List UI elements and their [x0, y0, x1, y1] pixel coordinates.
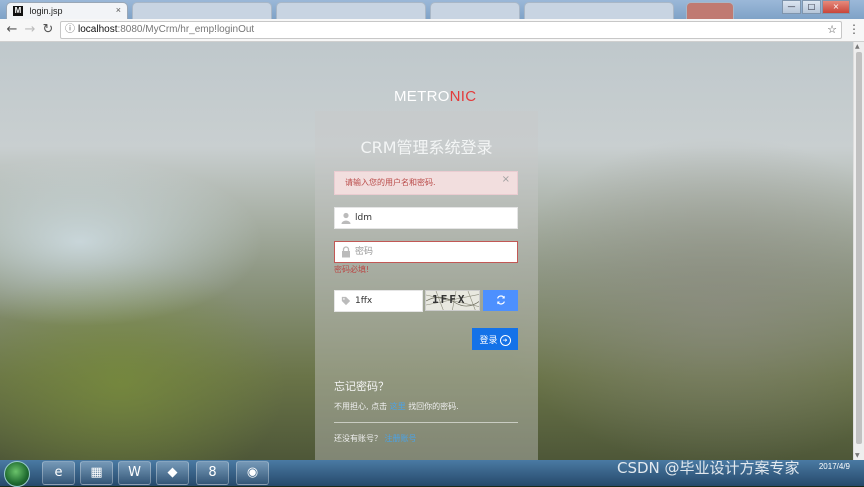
captcha-field[interactable]	[334, 290, 423, 312]
alert-text: 请输入您的用户名和密码.	[345, 178, 436, 187]
ie-browser-icon[interactable]: e	[42, 461, 75, 485]
tag-icon	[341, 296, 351, 306]
browser-toolbar: ← → ↻ ⓘ localhost:8080/MyCrm/hr_emp!logi…	[0, 19, 864, 42]
tray-date: 2017/4/9	[818, 462, 850, 471]
logo: METRONIC	[394, 88, 476, 105]
minimize-button[interactable]: —	[782, 0, 801, 14]
tab-title: login.jsp	[29, 6, 63, 16]
captcha-code-text: 1FFX	[432, 293, 467, 306]
close-window-button[interactable]: ×	[822, 0, 850, 14]
forget-password-text: 不用担心, 点击 这里 找回你的密码.	[334, 401, 459, 412]
page-background: METRONIC CRM管理系统登录 请输入您的用户名和密码. × 密码必填!	[0, 42, 853, 460]
forget-text-before: 不用担心, 点击	[334, 402, 388, 411]
bookmark-star-icon[interactable]: ☆	[827, 22, 837, 38]
address-bar[interactable]: ⓘ localhost:8080/MyCrm/hr_emp!loginOut ☆	[60, 21, 842, 39]
tab-login[interactable]: M login.jsp ×	[6, 2, 128, 19]
password-error-text: 密码必填!	[334, 265, 370, 274]
register-section: 还没有账号？ 注册账号	[334, 433, 417, 444]
back-arrow-icon[interactable]: ←	[4, 22, 20, 38]
chrome-browser-icon[interactable]: ◉	[236, 461, 269, 485]
refresh-icon	[496, 295, 505, 305]
captcha-image[interactable]: 1FFX	[425, 290, 480, 311]
refresh-captcha-button[interactable]	[483, 290, 518, 311]
url-path: :8080/MyCrm/hr_emp!loginOut	[117, 24, 255, 35]
browser-tab-bar: M login.jsp × — □ ×	[0, 0, 864, 19]
logo-metro: METRO	[394, 88, 450, 105]
alert-message: 请输入您的用户名和密码. ×	[334, 171, 518, 195]
forward-arrow-icon[interactable]: →	[22, 22, 38, 38]
reload-icon[interactable]: ↻	[40, 22, 56, 38]
forget-password-title: 忘记密码？	[334, 380, 389, 393]
url-host: localhost	[78, 24, 118, 35]
tab-background-5[interactable]	[686, 2, 734, 19]
username-input[interactable]	[355, 210, 505, 226]
scroll-down-icon[interactable]: ▼	[855, 452, 860, 459]
login-panel: CRM管理系统登录 请输入您的用户名和密码. × 密码必填!	[315, 111, 538, 460]
tab-close-icon[interactable]: ×	[116, 5, 121, 15]
page-scrollbar[interactable]: ▲ ▼	[853, 42, 864, 460]
watermark: CSDN @毕业设计方案专家	[617, 459, 800, 477]
eclipse-app-icon[interactable]: 8	[196, 461, 229, 485]
tab-background-4[interactable]	[524, 2, 674, 19]
file-explorer-icon[interactable]: ▦	[80, 461, 113, 485]
start-button[interactable]	[4, 461, 30, 487]
username-field[interactable]	[334, 207, 518, 229]
paint-app-icon[interactable]: ◆	[156, 461, 189, 485]
divider	[334, 422, 518, 423]
tab-background-1[interactable]	[132, 2, 272, 19]
tab-background-2[interactable]	[276, 2, 426, 19]
login-button[interactable]: 登录 ➜	[472, 328, 518, 350]
tab-background-3[interactable]	[430, 2, 520, 19]
register-text: 还没有账号？	[334, 434, 382, 443]
register-link[interactable]: 注册账号	[385, 434, 417, 443]
browser-menu-icon[interactable]: ⋮	[848, 22, 860, 36]
wps-writer-icon[interactable]: W	[118, 461, 151, 485]
alert-close-icon[interactable]: ×	[502, 169, 510, 191]
scrollbar-thumb[interactable]	[856, 52, 862, 444]
forget-password-link[interactable]: 这里	[390, 402, 406, 411]
password-input[interactable]	[355, 244, 505, 260]
scroll-up-icon[interactable]: ▲	[855, 43, 860, 50]
logo-nic: NIC	[449, 88, 477, 105]
page-info-icon[interactable]: ⓘ	[65, 22, 75, 38]
login-button-label: 登录	[479, 335, 498, 346]
password-field[interactable]	[334, 241, 518, 263]
forget-text-after: 找回你的密码.	[408, 402, 459, 411]
captcha-input[interactable]	[355, 293, 415, 309]
lock-icon	[342, 246, 350, 258]
tray-clock[interactable]: 2017/4/9	[819, 462, 850, 472]
user-icon	[341, 212, 351, 224]
maximize-button[interactable]: □	[802, 0, 821, 14]
arrow-circle-right-icon: ➜	[499, 334, 511, 346]
tab-favicon-icon: M	[13, 6, 23, 16]
page-title: CRM管理系统登录	[360, 138, 493, 157]
